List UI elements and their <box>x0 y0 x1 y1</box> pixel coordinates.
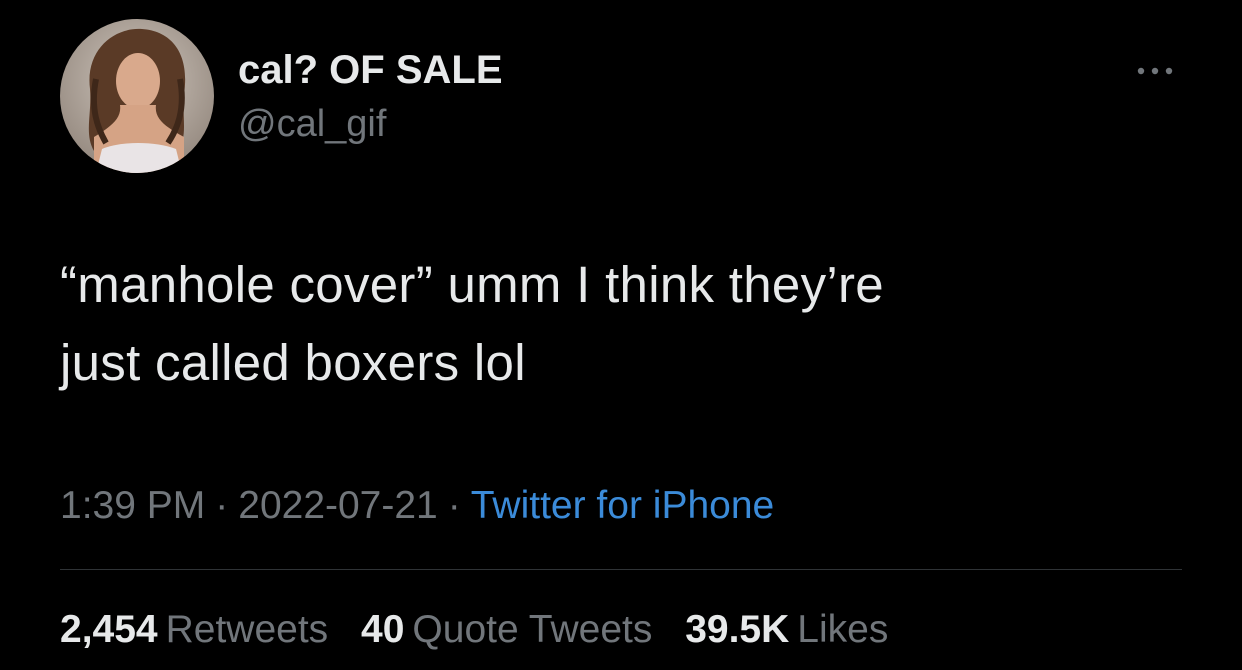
meta-separator: · <box>447 484 461 527</box>
retweets-count: 2,454 <box>60 608 158 651</box>
meta-separator: · <box>215 484 229 527</box>
likes-stat[interactable]: 39.5K Likes <box>685 608 888 651</box>
more-options-button[interactable] <box>1128 56 1182 86</box>
quote-tweets-label: Quote Tweets <box>412 608 653 651</box>
avatar[interactable] <box>60 19 214 173</box>
tweet-time[interactable]: 1:39 PM <box>60 484 205 527</box>
tweet-date[interactable]: 2022-07-21 <box>238 484 438 527</box>
retweets-label: Retweets <box>165 608 329 651</box>
more-horizontal-icon <box>1137 67 1173 75</box>
engagement-stats: 2,454 Retweets 40 Quote Tweets 39.5K Likes <box>60 608 910 652</box>
likes-label: Likes <box>797 608 889 651</box>
quote-tweets-stat[interactable]: 40 Quote Tweets <box>361 608 652 651</box>
tweet-meta: 1:39 PM · 2022-07-21 · Twitter for iPhone <box>60 484 774 528</box>
tweet-text-line: just called boxers lol <box>60 334 526 391</box>
avatar-image <box>60 19 214 173</box>
retweets-stat[interactable]: 2,454 Retweets <box>60 608 328 651</box>
tweet-text-line: “manhole cover” umm I think they’re <box>60 256 884 313</box>
username-handle[interactable]: @cal_gif <box>238 103 386 146</box>
quote-tweets-count: 40 <box>361 608 405 651</box>
display-name[interactable]: cal? OF SALE <box>238 48 503 93</box>
divider <box>60 569 1182 570</box>
tweet-source-link[interactable]: Twitter for iPhone <box>471 484 774 527</box>
likes-count: 39.5K <box>685 608 790 651</box>
tweet-text: “manhole cover” umm I think they’re just… <box>60 246 1180 402</box>
